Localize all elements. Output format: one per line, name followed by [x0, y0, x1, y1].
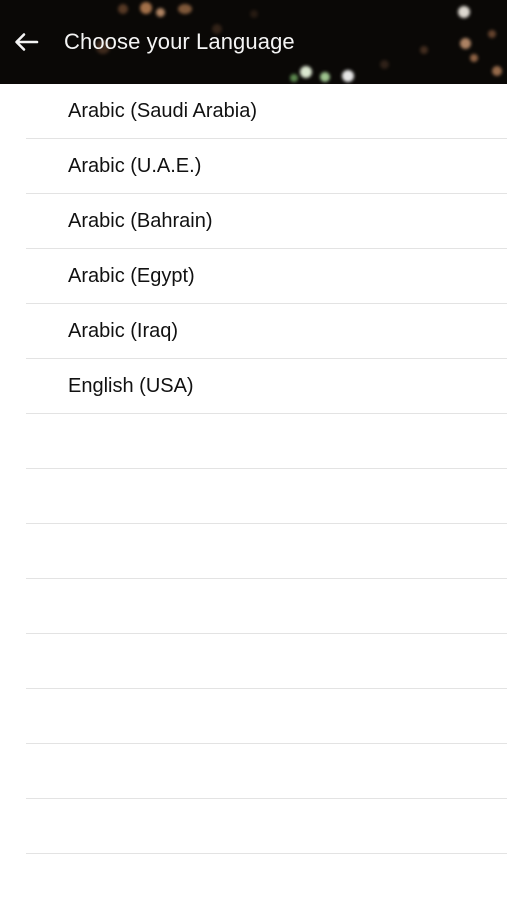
empty-list-row [26, 689, 507, 744]
language-item-arabic-saudi-arabia[interactable]: Arabic (Saudi Arabia) [26, 84, 507, 139]
language-item-english-usa[interactable]: English (USA) [26, 359, 507, 414]
language-item-label: Arabic (Iraq) [68, 319, 179, 342]
language-item-label: Arabic (U.A.E.) [68, 154, 202, 177]
empty-list-row [26, 744, 507, 799]
language-item-arabic-uae[interactable]: Arabic (U.A.E.) [26, 139, 507, 194]
language-item-label: Arabic (Bahrain) [68, 209, 213, 232]
back-button[interactable] [8, 24, 44, 60]
language-item-label: English (USA) [68, 374, 194, 397]
empty-list-row [26, 524, 507, 579]
language-item-label: Arabic (Egypt) [68, 264, 195, 287]
empty-list-row [26, 854, 507, 900]
language-item-arabic-egypt[interactable]: Arabic (Egypt) [26, 249, 507, 304]
empty-list-row [26, 414, 507, 469]
language-screen: Choose your Language Arabic (Saudi Arabi… [0, 0, 507, 900]
language-item-label: Arabic (Saudi Arabia) [68, 99, 257, 122]
arrow-left-icon [15, 33, 39, 51]
language-item-arabic-iraq[interactable]: Arabic (Iraq) [26, 304, 507, 359]
page-title: Choose your Language [64, 29, 295, 54]
empty-list-row [26, 469, 507, 524]
empty-list-row [26, 799, 507, 854]
language-item-arabic-bahrain[interactable]: Arabic (Bahrain) [26, 194, 507, 249]
language-list: Arabic (Saudi Arabia) Arabic (U.A.E.) Ar… [0, 84, 507, 900]
header-bar: Choose your Language [0, 0, 507, 84]
empty-list-row [26, 579, 507, 634]
empty-list-row [26, 634, 507, 689]
